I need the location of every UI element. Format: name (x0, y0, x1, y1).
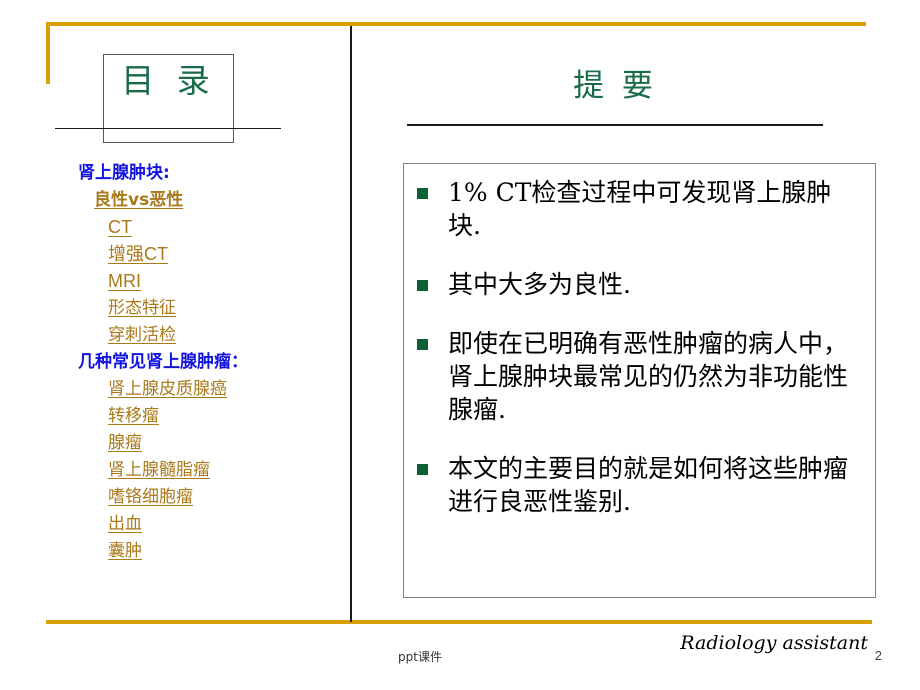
list-item: 1% CT检查过程中可发现肾上腺肿块. (417, 176, 864, 242)
slide-canvas: 目 录 肾上腺肿块: 良性vs恶性 CT 增强CT MRI 形态特征 穿刺活检 … (0, 0, 920, 690)
square-bullet-icon (417, 464, 428, 475)
toc-link-ct[interactable]: CT (0, 214, 132, 241)
toc-group-heading-1: 肾上腺肿块: (78, 163, 170, 183)
footer-source-label: Radiology assistant (680, 632, 868, 654)
bullet-text: 1% CT检查过程中可发现肾上腺肿块. (448, 178, 832, 240)
toc-link-contrast-ct[interactable]: 增强CT (0, 241, 168, 268)
list-item: 即使在已明确有恶性肿瘤的病人中，肾上腺肿块最常见的仍然为非功能性腺瘤. (417, 327, 864, 426)
summary-title-rule (407, 124, 823, 126)
toc-group-heading-2: 几种常见肾上腺肿瘤： (78, 352, 248, 372)
toc-link-mri[interactable]: MRI (0, 268, 141, 295)
bullet-text: 即使在已明确有恶性肿瘤的病人中，肾上腺肿块最常见的仍然为非功能性腺瘤. (448, 329, 849, 424)
toc-title: 目 录 (121, 61, 216, 100)
list-item: 本文的主要目的就是如何将这些肿瘤进行良恶性鉴别. (417, 452, 864, 518)
toc-link-morphology[interactable]: 形态特征 (0, 295, 176, 322)
toc-link-myelolipoma[interactable]: 肾上腺髓脂瘤 (0, 457, 210, 484)
table-of-contents: 肾上腺肿块: 良性vs恶性 CT 增强CT MRI 形态特征 穿刺活检 几种常见… (0, 160, 350, 565)
square-bullet-icon (417, 188, 428, 199)
summary-bullet-list: 1% CT检查过程中可发现肾上腺肿块. 其中大多为良性. 即使在已明确有恶性肿瘤… (403, 163, 876, 598)
toc-link-metastasis[interactable]: 转移瘤 (0, 403, 159, 430)
bullet-text: 其中大多为良性. (448, 270, 631, 299)
summary-title: 提 要 (573, 68, 657, 104)
bullet-text: 本文的主要目的就是如何将这些肿瘤进行良恶性鉴别. (448, 454, 849, 516)
toc-link-benign-vs-malignant[interactable]: 良性vs恶性 (0, 187, 183, 214)
page-number: 2 (874, 648, 882, 663)
toc-link-adrenocortical-carcinoma[interactable]: 肾上腺皮质腺癌 (0, 376, 227, 403)
left-panel: 目 录 肾上腺肿块: 良性vs恶性 CT 增强CT MRI 形态特征 穿刺活检 … (0, 0, 350, 690)
toc-link-adenoma[interactable]: 腺瘤 (0, 430, 142, 457)
toc-link-hemorrhage[interactable]: 出血 (0, 511, 142, 538)
toc-link-pheochromocytoma[interactable]: 嗜铬细胞瘤 (0, 484, 193, 511)
toc-title-rule (55, 128, 281, 129)
square-bullet-icon (417, 339, 428, 350)
square-bullet-icon (417, 280, 428, 291)
toc-link-cyst[interactable]: 囊肿 (0, 538, 142, 565)
list-item: 其中大多为良性. (417, 268, 864, 301)
toc-link-biopsy[interactable]: 穿刺活检 (0, 322, 176, 349)
